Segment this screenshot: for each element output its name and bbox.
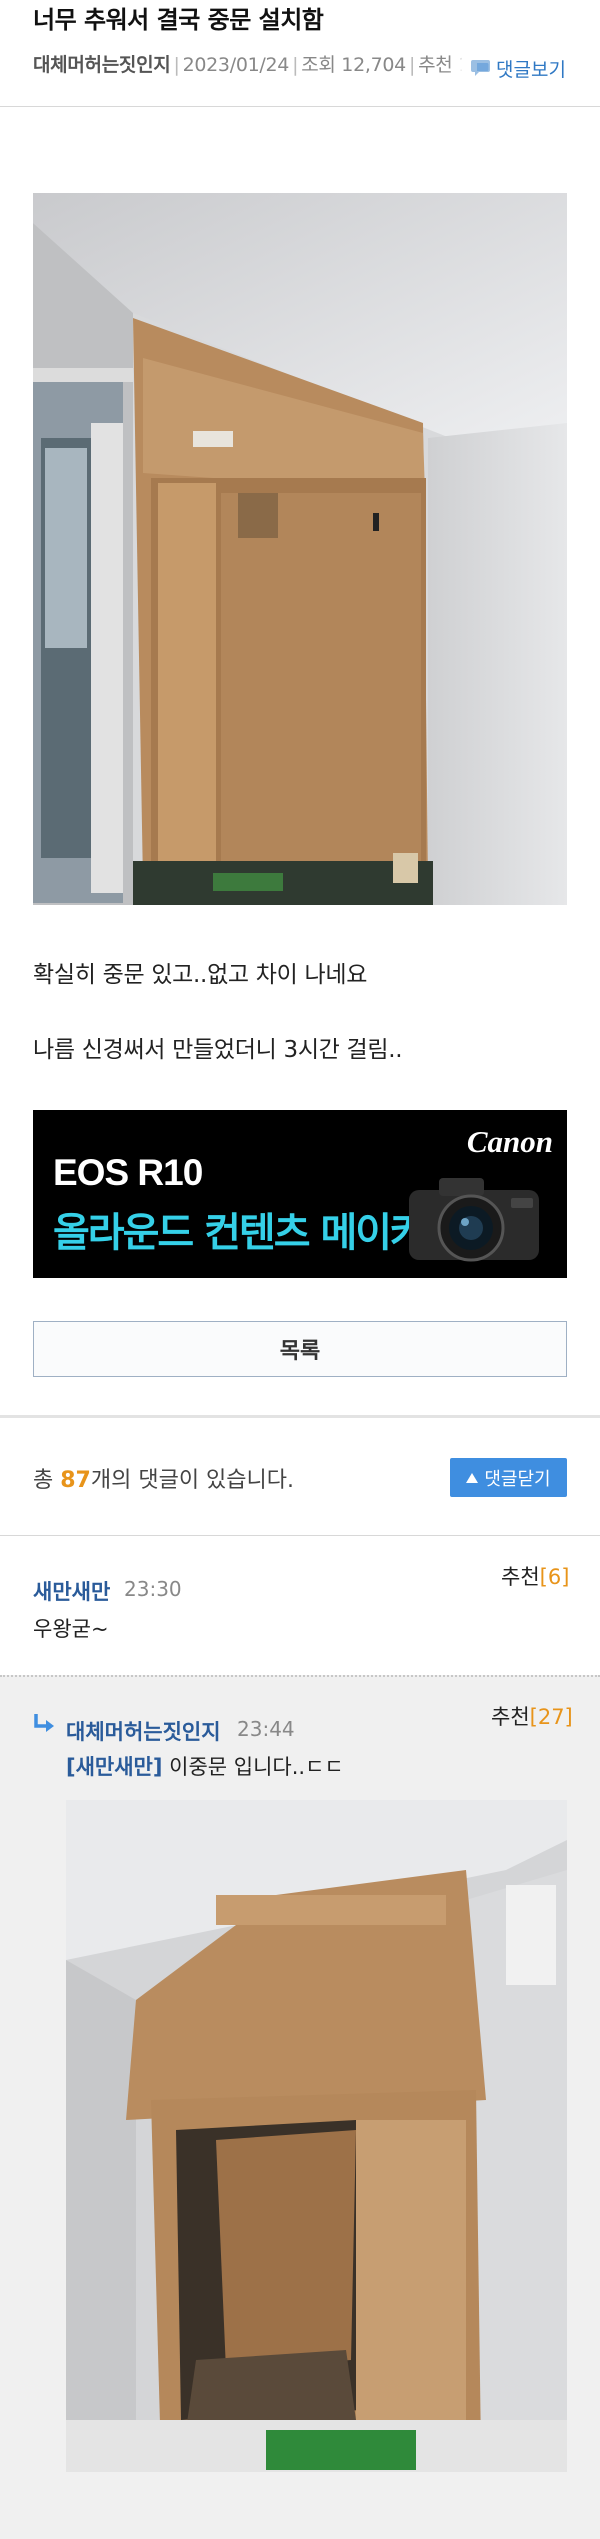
comment-author[interactable]: 새만새만 [33, 1576, 110, 1606]
list-button[interactable]: 목록 [33, 1321, 567, 1377]
ad-brand-logo: Canon [466, 1124, 553, 1159]
triangle-up-icon [466, 1472, 479, 1483]
comment-recommend[interactable]: 추천[6] [501, 1561, 569, 1591]
comment-time: 23:44 [237, 1717, 295, 1741]
comment-separator [0, 1675, 600, 1677]
recommend-count: [27] [529, 1705, 573, 1729]
camera-image [409, 1178, 539, 1262]
comment-recommend[interactable]: 추천[27] [491, 1701, 573, 1731]
comment-author[interactable]: 대체머허는짓인지 [66, 1716, 221, 1746]
recommend-label: 추천 [501, 1565, 540, 1589]
post-author[interactable]: 대체머허는짓인지 [33, 54, 171, 76]
post-date: 2023/01/24 [182, 54, 290, 76]
comment-body: 우왕굳~ [33, 1617, 109, 1641]
view-comments-label: 댓글보기 [496, 58, 566, 81]
comment-count-suffix: 개의 댓글이 있습니다. [90, 1468, 294, 1493]
section-divider [0, 1415, 600, 1418]
comment-photo-door[interactable] [66, 1800, 567, 2472]
ad-slogan: 올라운드 컨텐츠 메이커 [53, 1210, 427, 1256]
post-meta: 대체머허는짓인지 | 2023/01/24 | 조회 12,704 | 추천 10 [33, 50, 482, 77]
post-title: 너무 추워서 결국 중문 설치함 [33, 6, 324, 34]
reply-arrow-icon [34, 1714, 54, 1732]
recommend-count: [6] [539, 1565, 570, 1589]
comment-count: 총 87개의 댓글이 있습니다. [33, 1462, 294, 1494]
view-comments-button[interactable]: 댓글보기 [462, 53, 576, 83]
close-comments-label: 댓글닫기 [484, 1468, 551, 1490]
comment-time: 23:30 [124, 1577, 182, 1601]
close-comments-button[interactable]: 댓글닫기 [450, 1458, 567, 1497]
post-photo-door[interactable] [33, 193, 567, 905]
comment-count-number: 87 [60, 1468, 91, 1493]
comment-body: [새만새만] 이중문 입니다..ㄷㄷ [66, 1751, 344, 1781]
meta-divider: | [408, 54, 416, 76]
ad-banner[interactable]: Canon EOS R10 올라운드 컨텐츠 메이커 [33, 1110, 567, 1278]
recommend-label: 추천 [491, 1705, 530, 1729]
ad-model-name: EOS R10 [53, 1152, 203, 1193]
meta-divider: | [173, 54, 180, 76]
comment-bubble-icon [471, 60, 490, 76]
comments-divider [0, 1535, 600, 1536]
header-divider [0, 106, 600, 107]
comment-count-prefix: 총 [33, 1468, 61, 1493]
comment-body-text: 이중문 입니다..ㄷㄷ [162, 1755, 344, 1779]
meta-divider: | [292, 54, 299, 76]
comment-mention[interactable]: [새만새만] [66, 1755, 162, 1779]
post-views: 조회 12,704 [301, 54, 406, 76]
post-body-line: 확실히 중문 있고..없고 차이 나네요 [33, 962, 368, 988]
post-body-line: 나름 신경써서 만들었더니 3시간 걸림.. [33, 1037, 403, 1063]
